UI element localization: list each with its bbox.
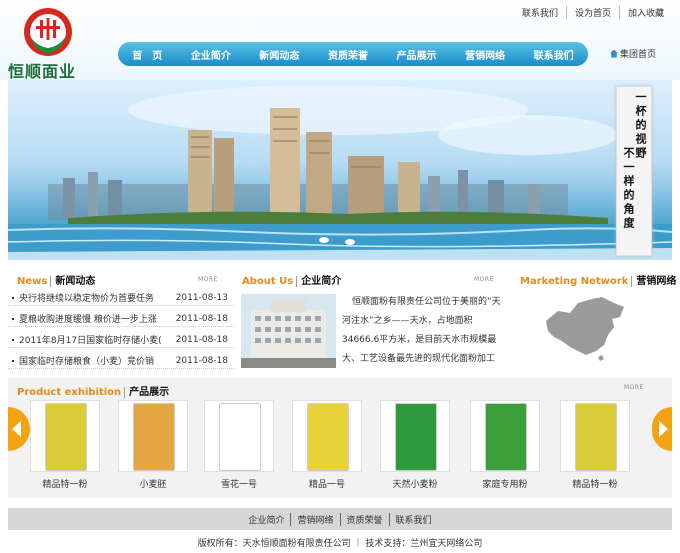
news-item[interactable]: 夏粮收购进度缓慢 粮价进一步上涨 2011-08-18 — [8, 311, 234, 327]
company-section-title: About Us 企业简介 — [242, 272, 342, 287]
news-item[interactable]: 国家临时存储粮食（小麦）竞价销 2011-08-18 — [8, 353, 234, 369]
news-item[interactable]: 2011年8月17日国家临时存储小麦(2011-08-18 — [8, 332, 234, 348]
network-section-title: Marketing Network 营销网络 — [520, 272, 677, 287]
nav-contact[interactable]: 联系我们 — [534, 47, 574, 62]
nav-company[interactable]: 企业简介 — [191, 47, 231, 62]
product-item[interactable]: 天然小麦粉 — [376, 400, 454, 492]
product-item[interactable]: 小麦胚 — [114, 400, 192, 492]
nav-honors[interactable]: 资质荣誉 — [328, 47, 368, 62]
set-homepage-link[interactable]: 设为首页 — [565, 6, 619, 19]
company-intro-text: 恒顺面粉有限责任公司位于美丽的“天河注水”之乡——天水，占地面积34666.6平… — [342, 297, 501, 364]
chevron-right-icon — [659, 421, 668, 437]
banner-slogan: 一杯的视野 不一样的角度 — [616, 86, 652, 256]
footer-links: 企业简介 营销网络 资质荣誉 联系我们 — [8, 508, 672, 530]
product-item[interactable]: 精品特一粉 — [556, 400, 634, 492]
slogan-left: 不一样的角度 — [622, 147, 635, 231]
company-title-en: About Us — [242, 276, 294, 287]
network-title-cn: 营销网络 — [631, 276, 677, 287]
products-title-en: Product exhibition — [17, 387, 122, 398]
product-image — [30, 400, 100, 472]
nav-products[interactable]: 产品展示 — [397, 47, 437, 62]
add-favorite-link[interactable]: 加入收藏 — [618, 6, 672, 19]
product-item[interactable]: 雪花一号 — [200, 400, 278, 492]
city-skyline-image — [8, 85, 672, 260]
copyright-text: 版权所有：天水恒顺面粉有限责任公司 ｜ 技术支持：兰州宜天网络公司 — [197, 539, 483, 549]
group-home-link[interactable]: 集团首页 — [610, 47, 656, 60]
product-name: 家庭专用粉 — [482, 480, 528, 490]
china-map-icon[interactable] — [540, 293, 630, 363]
main-nav: 首 页 企业简介 新闻动态 资质荣誉 产品展示 营销网络 联系我们 — [118, 42, 588, 66]
header: 恒顺面业 联系我们 设为首页 加入收藏 首 页 企业简介 新闻动态 资质荣誉 产… — [0, 0, 680, 81]
bullet-icon — [12, 338, 14, 341]
product-item[interactable]: 家庭专用粉 — [466, 400, 544, 492]
network-title-en: Marketing Network — [520, 276, 629, 287]
product-name: 精品特一粉 — [42, 480, 88, 490]
bullet-icon — [12, 359, 14, 362]
products-section-title: Product exhibition 产品展示 — [17, 383, 170, 398]
home-icon — [610, 49, 618, 58]
product-name: 天然小麦粉 — [392, 480, 438, 490]
product-image — [118, 400, 188, 472]
company-more-link[interactable]: MORE — [474, 276, 494, 283]
product-name: 精品一号 — [308, 480, 345, 490]
news-title-en: News — [17, 276, 48, 287]
company-building-image[interactable] — [241, 294, 336, 368]
group-home-label: 集团首页 — [620, 50, 657, 60]
product-image — [560, 400, 630, 472]
news-more-link[interactable]: MORE — [198, 276, 218, 283]
product-item[interactable]: 精品一号 — [288, 400, 366, 492]
products-more-link[interactable]: MORE — [624, 384, 644, 391]
news-section-title: News 新闻动态 — [17, 272, 96, 287]
footer-link-honors[interactable]: 资质荣誉 — [339, 512, 389, 526]
bullet-icon — [12, 317, 14, 320]
footer-link-network[interactable]: 营销网络 — [290, 512, 339, 526]
product-name: 精品特一粉 — [572, 480, 618, 490]
nav-news[interactable]: 新闻动态 — [259, 47, 299, 62]
product-image — [380, 400, 450, 472]
product-name: 小麦胚 — [139, 480, 167, 490]
product-image — [292, 400, 362, 472]
nav-home[interactable]: 首 页 — [132, 47, 162, 62]
bullet-icon — [12, 296, 14, 299]
product-image — [470, 400, 540, 472]
logo-icon — [24, 8, 72, 56]
news-title-cn: 新闻动态 — [50, 276, 96, 287]
footer-link-company[interactable]: 企业简介 — [242, 513, 290, 526]
nav-network[interactable]: 营销网络 — [465, 47, 505, 62]
products-title-cn: 产品展示 — [124, 387, 170, 398]
product-item[interactable]: 精品特一粉 — [26, 400, 104, 492]
top-links: 联系我们 设为首页 加入收藏 — [514, 6, 672, 19]
chevron-left-icon — [12, 421, 21, 437]
company-title-cn: 企业简介 — [296, 276, 342, 287]
product-image — [204, 400, 274, 472]
news-list: 央行将继续以稳定物价为首要任务 2011-08-13 夏粮收购进度缓慢 粮价进一步… — [8, 290, 234, 374]
site-name: 恒顺面业 — [8, 62, 77, 81]
contact-link[interactable]: 联系我们 — [514, 6, 566, 19]
footer-link-contact[interactable]: 联系我们 — [388, 512, 438, 526]
news-item[interactable]: 央行将继续以稳定物价为首要任务 2011-08-13 — [8, 290, 234, 306]
banner: 一杯的视野 不一样的角度 — [8, 80, 672, 260]
product-name: 雪花一号 — [220, 480, 257, 490]
